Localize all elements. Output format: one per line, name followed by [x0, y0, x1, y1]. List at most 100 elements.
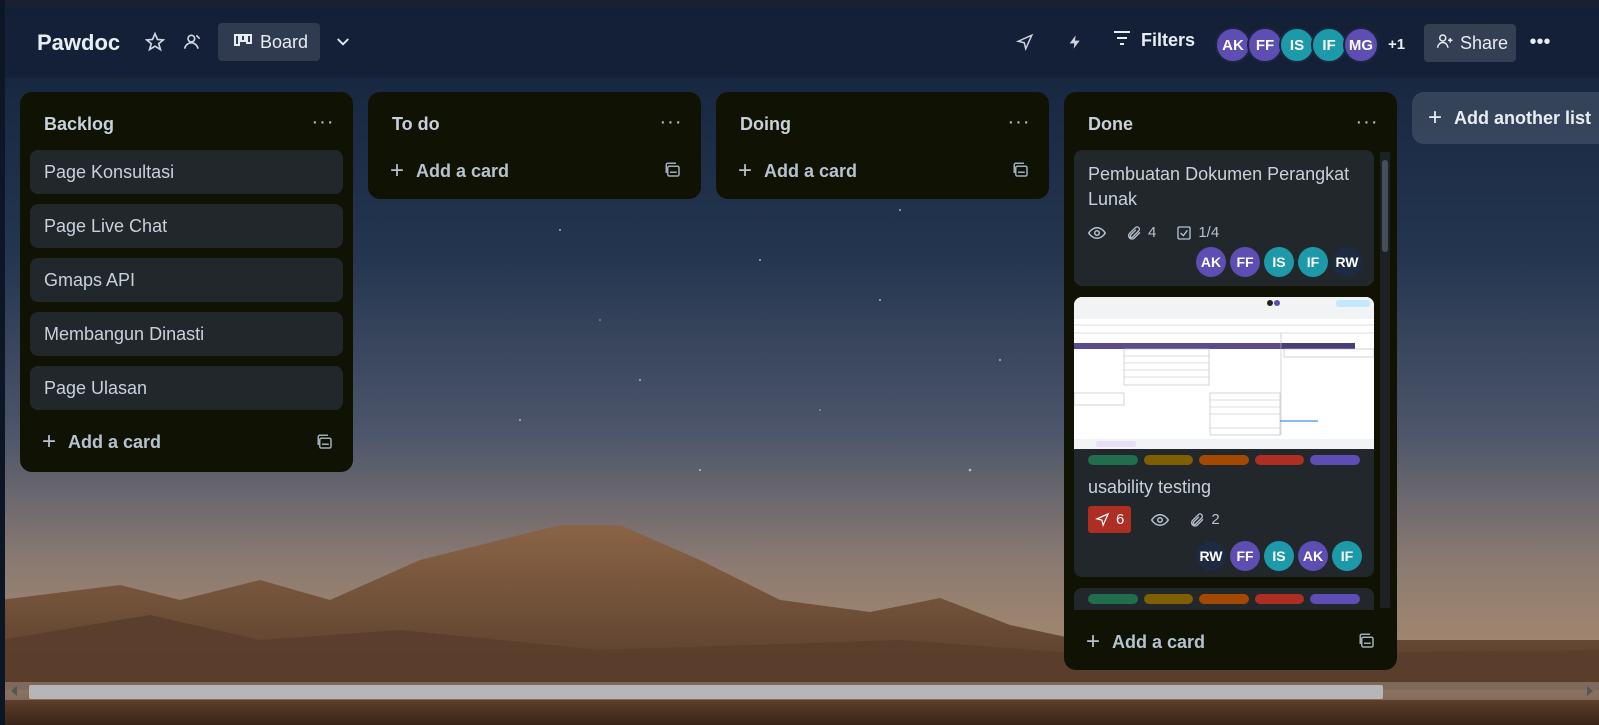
member-avatar[interactable]: IS — [1264, 541, 1294, 571]
label-orange — [1199, 594, 1249, 604]
member-avatar[interactable]: FF — [1230, 247, 1260, 277]
card[interactable]: Membangun Dinasti — [30, 312, 343, 356]
automation-icon[interactable] — [1063, 30, 1087, 54]
board-view-icon — [234, 32, 252, 53]
attachments-badge: 4 — [1126, 224, 1156, 241]
list-to-do: To do ··· + Add a card — [368, 92, 701, 199]
card-template-icon[interactable] — [316, 433, 334, 456]
star-icon[interactable] — [143, 30, 167, 54]
card[interactable]: Gmaps API — [30, 258, 343, 302]
card-template-icon[interactable] — [664, 161, 682, 184]
label-purple — [1310, 594, 1360, 604]
board-title[interactable]: Pawdoc — [37, 30, 120, 56]
watching-badge — [1088, 226, 1106, 240]
list-menu-icon[interactable]: ··· — [311, 110, 335, 134]
add-card-label: Add a card — [416, 160, 510, 181]
checkbox-icon — [1177, 225, 1192, 240]
card[interactable]: Page Live Chat — [30, 204, 343, 248]
power-ups-icon[interactable] — [1013, 30, 1037, 54]
member-avatar[interactable]: IS — [1264, 247, 1294, 277]
label-red — [1254, 594, 1305, 604]
more-options-icon[interactable]: ••• — [1527, 30, 1553, 54]
visibility-icon[interactable] — [181, 30, 205, 54]
board-horizontal-scrollbar[interactable] — [5, 682, 1599, 700]
list-menu-icon[interactable]: ··· — [659, 110, 683, 134]
member-avatar[interactable]: AK — [1196, 247, 1226, 277]
member-avatar[interactable]: AK — [1215, 27, 1251, 63]
label-red — [1254, 455, 1305, 465]
list-menu-icon[interactable]: ··· — [1355, 110, 1379, 134]
add-card-label: Add a card — [68, 431, 162, 452]
label-orange — [1199, 455, 1249, 465]
board-view-button[interactable]: Board — [218, 23, 320, 61]
scroll-right-arrow[interactable] — [1587, 686, 1593, 696]
filters-button[interactable]: Filters — [1113, 30, 1195, 51]
card[interactable]: usability testing 6 2 RW FF IS AK IF — [1074, 297, 1374, 577]
list-title[interactable]: Done — [1088, 114, 1133, 135]
member-avatar[interactable]: IF — [1332, 541, 1362, 571]
board-header: Pawdoc Board Filters AK FF IS IF MG +1 S… — [5, 8, 1599, 78]
list-scrollbar[interactable] — [1380, 152, 1390, 608]
add-person-icon — [1436, 32, 1454, 55]
eye-icon — [1151, 513, 1170, 526]
list-title[interactable]: Doing — [740, 114, 791, 135]
member-avatar[interactable]: IF — [1311, 27, 1347, 63]
card-title: Page Ulasan — [44, 378, 148, 398]
plus-icon: + — [42, 428, 57, 455]
member-avatar[interactable]: MG — [1343, 27, 1379, 63]
extra-members-count[interactable]: +1 — [1388, 36, 1405, 53]
share-button[interactable]: Share — [1424, 24, 1516, 62]
horizontal-scroll-thumb[interactable] — [29, 685, 1383, 699]
list-menu-icon[interactable]: ··· — [1007, 110, 1031, 134]
list-title[interactable]: To do — [392, 114, 440, 135]
label-yellow — [1143, 455, 1194, 465]
paperclip-icon — [1128, 225, 1141, 240]
card-labels — [1088, 455, 1360, 465]
plus-icon: + — [1428, 104, 1443, 131]
member-avatar[interactable]: IF — [1298, 247, 1328, 277]
card-title: usability testing — [1088, 477, 1212, 497]
card-cover-image — [1074, 297, 1374, 449]
window-left-edge — [0, 0, 5, 725]
list-scrollbar-thumb[interactable] — [1382, 160, 1388, 252]
add-list-button[interactable]: + Add another list — [1412, 92, 1599, 144]
scroll-left-arrow[interactable] — [11, 686, 17, 696]
list-title[interactable]: Backlog — [44, 114, 114, 135]
add-card-button[interactable]: + Add a card — [30, 422, 161, 462]
plus-icon: + — [1086, 628, 1101, 655]
card-title: Gmaps API — [44, 270, 136, 290]
card-title: Membangun Dinasti — [44, 324, 205, 344]
add-card-button[interactable]: + Add a card — [726, 151, 857, 191]
paperclip-icon — [1191, 512, 1204, 527]
member-avatar[interactable]: AK — [1298, 541, 1328, 571]
plus-icon: + — [390, 157, 405, 184]
board-view-label: Board — [260, 31, 309, 52]
member-avatar[interactable]: RW — [1196, 541, 1226, 571]
member-avatar[interactable]: IS — [1279, 27, 1315, 63]
card[interactable]: Pembuatan Dokumen Perangkat Lunak 4 1/4 … — [1074, 150, 1374, 286]
card[interactable]: Page Konsultasi — [30, 150, 343, 194]
votes-badge[interactable]: 6 — [1088, 506, 1132, 533]
add-card-button[interactable]: + Add a card — [378, 151, 509, 191]
add-card-label: Add a card — [1112, 631, 1206, 652]
add-card-label: Add a card — [764, 160, 858, 181]
pin-icon — [1095, 512, 1110, 527]
member-avatar[interactable]: RW — [1332, 247, 1362, 277]
votes-count: 6 — [1116, 511, 1125, 528]
card-title: Page Live Chat — [44, 216, 168, 236]
filter-icon — [1113, 30, 1131, 51]
card[interactable] — [1074, 588, 1374, 610]
member-avatar[interactable]: FF — [1247, 27, 1283, 63]
member-avatar[interactable]: FF — [1230, 541, 1260, 571]
card-template-icon[interactable] — [1358, 632, 1376, 655]
attachments-count: 4 — [1148, 224, 1157, 241]
window-top-bar — [0, 0, 1599, 8]
label-purple — [1310, 455, 1360, 465]
checklist-count: 1/4 — [1198, 224, 1220, 241]
list-done: Done ··· Pembuatan Dokumen Perangkat Lun… — [1064, 92, 1397, 670]
card[interactable]: Page Ulasan — [30, 366, 343, 410]
chevron-down-icon[interactable] — [331, 30, 355, 54]
card-template-icon[interactable] — [1012, 161, 1030, 184]
add-card-button[interactable]: + Add a card — [1074, 622, 1205, 662]
list-doing: Doing ··· + Add a card — [716, 92, 1049, 199]
